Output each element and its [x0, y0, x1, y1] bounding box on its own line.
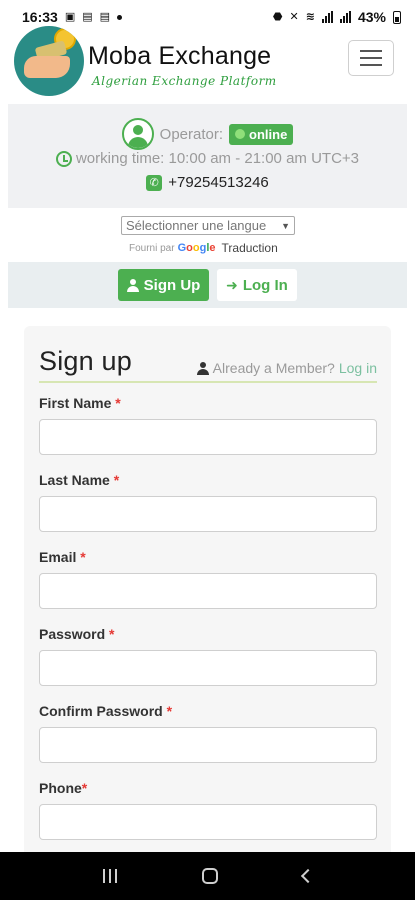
- lock-icon: ⬣: [272, 10, 283, 23]
- operator-label: Operator:: [159, 125, 224, 143]
- gallery-icon: ▣: [64, 10, 76, 23]
- status-time: 16:33: [22, 9, 58, 25]
- language-section: Sélectionner une langue ▼ Fourni par Goo…: [0, 212, 415, 260]
- home-icon[interactable]: [201, 868, 218, 884]
- confirm-password-field[interactable]: [39, 727, 377, 763]
- user-icon: [126, 278, 139, 292]
- android-nav-bar: [0, 852, 415, 900]
- online-text: online: [249, 126, 288, 142]
- back-icon[interactable]: [300, 868, 315, 884]
- already-member-text: Already a Member?: [212, 360, 335, 376]
- notification-icon: ▤: [82, 10, 93, 23]
- logo[interactable]: [14, 26, 84, 96]
- login-button-label: Log In: [242, 276, 288, 294]
- chevron-down-icon: ▼: [281, 220, 290, 231]
- battery-icon: [393, 10, 401, 24]
- email-label: Email *: [39, 549, 86, 565]
- operator-avatar-icon: [121, 118, 154, 150]
- phone-field[interactable]: [39, 804, 377, 840]
- menu-button[interactable]: [348, 40, 394, 76]
- already-member: Already a Member? Log in: [196, 360, 377, 376]
- battery-percent: 43%: [357, 9, 386, 25]
- signal-icon-2: [339, 11, 351, 23]
- online-dot-icon: [235, 129, 246, 139]
- member-login-link[interactable]: Log in: [339, 360, 377, 376]
- last-name-field[interactable]: [39, 496, 377, 532]
- form-title: Sign up: [39, 346, 132, 376]
- hamburger-line: [360, 57, 382, 59]
- recent-apps-icon[interactable]: [102, 869, 117, 883]
- email-field[interactable]: [39, 573, 377, 609]
- user-icon: [196, 361, 209, 375]
- login-button[interactable]: ➜ Log In: [217, 269, 297, 301]
- hamburger-line: [360, 50, 382, 52]
- status-right: ⬣ ✕ ≋ 43%: [273, 9, 401, 25]
- status-left: 16:33 ▣ ▤ ▤: [22, 9, 123, 25]
- operator-status-row: Operator: online: [8, 118, 407, 150]
- phone-row: ✆ +79254513246: [8, 174, 407, 191]
- signup-form: Sign up Already a Member? Log in First N…: [24, 326, 391, 866]
- language-select[interactable]: Sélectionner une langue ▼: [121, 216, 295, 235]
- signup-button-label: Sign Up: [143, 276, 201, 294]
- first-name-field[interactable]: [39, 419, 377, 455]
- more-notifications-icon: [117, 14, 123, 20]
- first-name-label: First Name *: [39, 395, 121, 411]
- signal-icon: [321, 11, 333, 23]
- password-label: Password *: [39, 626, 115, 642]
- brand-tagline: Algerian Exchange Platform: [92, 74, 277, 88]
- traduction-link[interactable]: Traduction: [222, 241, 278, 255]
- confirm-password-label: Confirm Password *: [39, 703, 173, 719]
- phone-icon: ✆: [146, 174, 163, 191]
- online-badge: online: [229, 123, 294, 145]
- hand-icon: [24, 56, 70, 78]
- working-time-row: working time: 10:00 am - 21:00 am UTC+3: [8, 150, 407, 167]
- mute-icon: ✕: [289, 10, 299, 23]
- wifi-icon: ≋: [305, 10, 315, 23]
- sign-in-icon: ➜: [226, 276, 238, 293]
- working-time: working time: 10:00 am - 21:00 am UTC+3: [75, 150, 360, 167]
- site-header: Moba Exchange Algerian Exchange Platform: [0, 26, 415, 100]
- title-divider: [39, 381, 377, 383]
- signup-button[interactable]: Sign Up: [118, 269, 209, 301]
- operator-panel: Operator: online working time: 10:00 am …: [8, 104, 407, 208]
- language-select-value: Sélectionner une langue: [126, 218, 267, 233]
- powered-by: Fourni par Google Traduction: [129, 241, 278, 255]
- clock-icon: [55, 150, 72, 167]
- notification-icon-2: ▤: [99, 10, 111, 23]
- brand-name[interactable]: Moba Exchange: [88, 42, 271, 71]
- hamburger-line: [360, 64, 382, 66]
- powered-by-text: Fourni par: [129, 242, 175, 254]
- last-name-label: Last Name *: [39, 472, 120, 488]
- phone-number[interactable]: +79254513246: [168, 174, 269, 191]
- phone-label: Phone*: [39, 780, 88, 796]
- auth-bar: Sign Up ➜ Log In: [8, 262, 407, 308]
- password-field[interactable]: [39, 650, 377, 686]
- google-logo[interactable]: Google: [178, 242, 216, 254]
